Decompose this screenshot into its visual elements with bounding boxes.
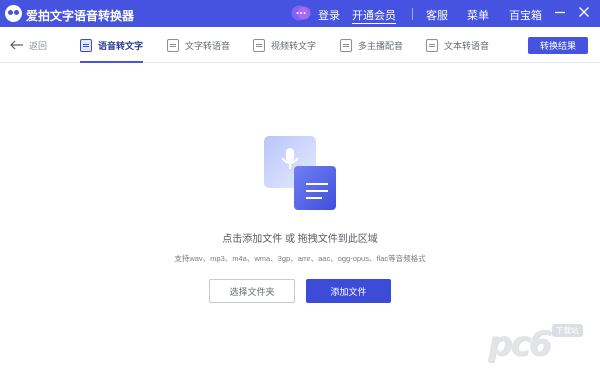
- back-arrow-icon: [10, 40, 23, 50]
- video-doc-icon: [253, 38, 265, 52]
- title-separator: [412, 8, 413, 20]
- function-toolbar: 返回 语音转文字 文字转语音 视频转文字 多主播配音 文本转语音 转换结果: [0, 27, 600, 63]
- conversion-results-button[interactable]: 转换结果: [528, 37, 588, 54]
- site-watermark: pc6 下载站: [488, 320, 592, 364]
- tab-speech-to-text[interactable]: 语音转文字: [80, 27, 144, 63]
- tab-label: 语音转文字: [98, 40, 144, 51]
- back-button[interactable]: 返回: [10, 38, 47, 52]
- menu-button[interactable]: 菜单: [467, 7, 489, 23]
- select-folder-button[interactable]: 选择文件夹: [209, 279, 295, 303]
- watermark-tag: 下载站: [552, 324, 583, 337]
- app-window: 爱拍文字语音转换器 登录 开通会员 客服 菜单 百宝箱 返回 语音转文字 文字转…: [0, 0, 600, 370]
- vip-link[interactable]: 开通会员: [352, 7, 396, 24]
- multi-voice-icon: [340, 38, 352, 52]
- toolbox-button[interactable]: 百宝箱: [509, 7, 542, 23]
- chat-bubble-icon[interactable]: [290, 4, 312, 22]
- tab-label: 多主播配音: [358, 40, 404, 51]
- supported-formats-text: 支持wav、mp3、m4a、wma、3gp、amr、aac、ogg-opus、f…: [174, 254, 426, 263]
- tab-label: 视频转文字: [271, 40, 317, 51]
- login-link[interactable]: 登录: [318, 7, 340, 23]
- add-file-button[interactable]: 添加文件: [306, 279, 391, 303]
- minimize-icon[interactable]: [553, 5, 567, 19]
- service-button[interactable]: 客服: [426, 7, 448, 23]
- tab-video-to-text[interactable]: 视频转文字: [253, 27, 316, 63]
- audio-doc-icon: [80, 38, 92, 52]
- text-doc-icon: [167, 38, 179, 52]
- audio-upload-illustration[interactable]: [260, 130, 340, 212]
- back-label: 返回: [29, 40, 48, 51]
- close-icon[interactable]: [577, 5, 591, 19]
- drop-zone-hint[interactable]: 点击添加文件 或 拖拽文件到此区域: [0, 230, 600, 245]
- tab-multi-voice[interactable]: 多主播配音: [340, 27, 403, 63]
- tab-text-to-speech[interactable]: 文字转语音: [167, 27, 230, 63]
- title-bar: 爱拍文字语音转换器 登录 开通会员 客服 菜单 百宝箱: [0, 0, 600, 27]
- tab-label: 文字转语音: [185, 40, 231, 51]
- watermark-brand: pc6: [488, 324, 552, 364]
- app-logo-icon: [5, 5, 22, 22]
- tab-label: 文本转语音: [444, 40, 490, 51]
- app-title: 爱拍文字语音转换器: [26, 9, 135, 23]
- text-file-icon: [426, 38, 438, 52]
- tab-text-file-to-speech[interactable]: 文本转语音: [426, 27, 489, 63]
